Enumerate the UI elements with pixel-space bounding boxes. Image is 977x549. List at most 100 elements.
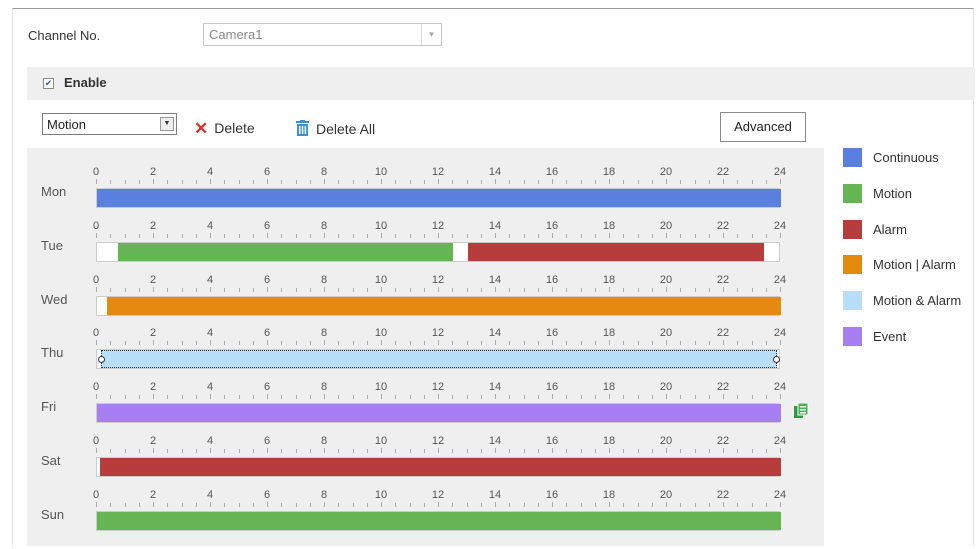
tick-label: 10 (374, 166, 388, 178)
tick-mark (295, 180, 297, 184)
delete-all-button[interactable]: Delete All (295, 118, 375, 137)
tick-mark (537, 449, 539, 453)
tick-mark (124, 180, 126, 184)
tick-mark (708, 287, 710, 292)
tick-mark (723, 286, 724, 292)
tick-mark (210, 394, 211, 400)
tick-mark (765, 449, 767, 453)
tick-mark (537, 287, 539, 292)
enable-checkbox[interactable]: ✔ (43, 78, 54, 89)
tick-mark (238, 180, 240, 184)
advanced-button[interactable]: Advanced (720, 112, 806, 142)
tick-mark (552, 179, 553, 184)
day-label: Sun (41, 506, 65, 522)
tick-label: 6 (263, 381, 271, 394)
tick-label: 4 (206, 488, 214, 501)
channel-select[interactable]: Camera1 ▼ (203, 23, 442, 46)
tick-mark (295, 395, 297, 400)
tick-mark (381, 448, 382, 453)
tick-mark (352, 341, 354, 346)
tick-mark (666, 286, 667, 292)
tick-mark (495, 394, 496, 400)
tick-mark (723, 179, 724, 184)
tick-mark (765, 180, 767, 184)
day-row-thu: Thu 0 2 4 6 8 10 12 14 16 18 20 22 24 (27, 309, 824, 370)
tick-label: 22 (716, 273, 730, 286)
tick-label: 0 (92, 381, 100, 394)
tick-mark (566, 341, 568, 346)
tick-mark (594, 180, 596, 184)
tick-mark (680, 502, 682, 507)
tick-mark (566, 233, 568, 238)
tick-mark (637, 287, 639, 292)
tick-mark (780, 232, 781, 238)
tick-label: 6 (263, 219, 271, 232)
legend-item-motion-or-alarm: Motion | Alarm (843, 255, 977, 275)
tick-mark (352, 449, 354, 453)
tick-mark (523, 502, 525, 507)
tick-mark (309, 287, 311, 292)
tick-label: 22 (716, 435, 730, 447)
tick-mark (438, 179, 439, 184)
tick-mark (637, 395, 639, 400)
legend-label: Motion (873, 185, 913, 201)
tick-mark (480, 233, 482, 238)
tick-mark (409, 449, 411, 453)
tick-mark (381, 501, 382, 507)
legend-label: Motion | Alarm (873, 257, 956, 273)
tick-mark (694, 449, 696, 453)
tick-mark (267, 394, 268, 400)
tick-mark (110, 180, 112, 184)
tick-mark (609, 394, 610, 400)
delete-button[interactable]: ✕ Delete (194, 118, 255, 138)
tick-mark (594, 341, 596, 346)
record-type-select[interactable]: Motion ▼ (42, 113, 177, 135)
tick-mark (537, 233, 539, 238)
tick-label: 4 (206, 166, 214, 178)
tick-mark (409, 233, 411, 238)
tick-label: 6 (263, 166, 271, 178)
tick-mark (780, 286, 781, 292)
tick-mark (395, 395, 397, 400)
tick-mark (167, 449, 169, 453)
tick-label: 14 (488, 435, 502, 447)
tick-mark (723, 394, 724, 400)
legend-item-event: Event (843, 327, 977, 347)
tick-mark (594, 287, 596, 292)
tick-label: 18 (602, 327, 616, 340)
tick-mark (537, 341, 539, 346)
tick-mark (366, 395, 368, 400)
tick-mark (466, 341, 468, 346)
trash-icon (295, 120, 310, 139)
copy-icon[interactable] (793, 402, 809, 419)
tick-mark (338, 395, 340, 400)
tick-mark (637, 233, 639, 238)
time-ruler: 0 2 4 6 8 10 12 14 16 18 20 22 24 (93, 166, 786, 184)
tick-mark (138, 180, 140, 184)
tick-mark (737, 395, 739, 400)
tick-label: 10 (374, 381, 388, 394)
day-row-sat: Sat 0 2 4 6 8 10 12 14 16 18 20 22 24 (27, 417, 824, 477)
record-type-value: Motion (47, 117, 87, 132)
tick-mark (680, 287, 682, 292)
tick-mark (452, 395, 454, 400)
tick-mark (167, 395, 169, 400)
tick-label: 16 (545, 435, 559, 447)
tick-mark (309, 395, 311, 400)
tick-mark (651, 341, 653, 346)
schedule-grid: Mon 0 2 4 6 8 10 12 14 16 18 20 22 24 Tue 0 2 4 6 8 10 12 14 16… (27, 148, 824, 546)
tick-label: 22 (716, 219, 730, 232)
tick-mark (167, 180, 169, 184)
day-timeline-sun[interactable] (96, 510, 781, 531)
tick-mark (509, 502, 511, 507)
tick-mark (566, 502, 568, 507)
tick-mark (324, 232, 325, 238)
tick-label: 2 (149, 381, 157, 394)
tick-mark (210, 340, 211, 346)
tick-mark (751, 395, 753, 400)
schedule-segment-motion[interactable] (97, 511, 781, 530)
tick-label: 24 (773, 488, 787, 501)
time-ruler: 0 2 4 6 8 10 12 14 16 18 20 22 24 (93, 488, 786, 507)
tick-mark (96, 232, 97, 238)
tick-mark (509, 180, 511, 184)
